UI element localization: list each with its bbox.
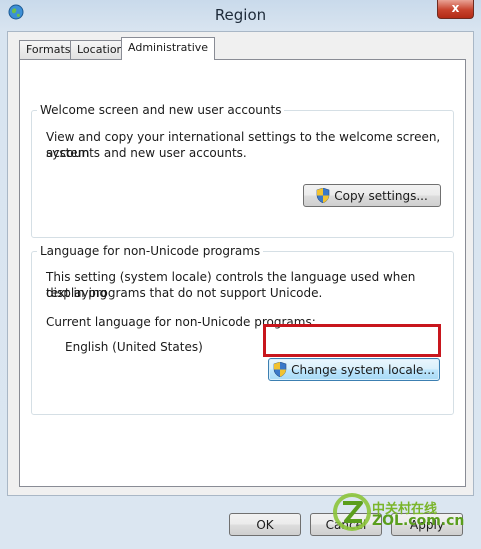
region-dialog: Region x Formats Location Administrative…	[0, 0, 481, 549]
copy-settings-label: Copy settings...	[334, 188, 428, 203]
tab-administrative[interactable]: Administrative	[121, 37, 216, 60]
welcome-description-line2: accounts and new user accounts.	[46, 146, 247, 160]
change-system-locale-button[interactable]: Change system locale...	[268, 358, 440, 381]
change-system-locale-label: Change system locale...	[291, 362, 435, 377]
tab-formats[interactable]: Formats	[19, 40, 78, 59]
uac-shield-icon	[316, 188, 330, 203]
welcome-screen-group: Welcome screen and new user accounts	[31, 103, 454, 238]
close-button[interactable]: x	[437, 0, 474, 19]
uac-shield-icon	[273, 362, 287, 377]
locale-description-line2: text in programs that do not support Uni…	[46, 286, 323, 300]
watermark-en: ZOL.com.cn	[372, 513, 465, 529]
window-title: Region	[214, 6, 267, 24]
highlight-box	[263, 324, 441, 357]
current-language-value: English (United States)	[65, 340, 203, 354]
administrative-panel: Welcome screen and new user accounts Vie…	[19, 59, 466, 487]
welcome-group-legend: Welcome screen and new user accounts	[40, 103, 282, 117]
copy-settings-button[interactable]: Copy settings...	[303, 184, 441, 207]
title-bar: Region x	[0, 0, 481, 32]
non-unicode-group-legend: Language for non-Unicode programs	[40, 244, 261, 258]
ok-button[interactable]: OK	[229, 513, 301, 536]
dialog-client: Formats Location Administrative Welcome …	[7, 31, 474, 496]
